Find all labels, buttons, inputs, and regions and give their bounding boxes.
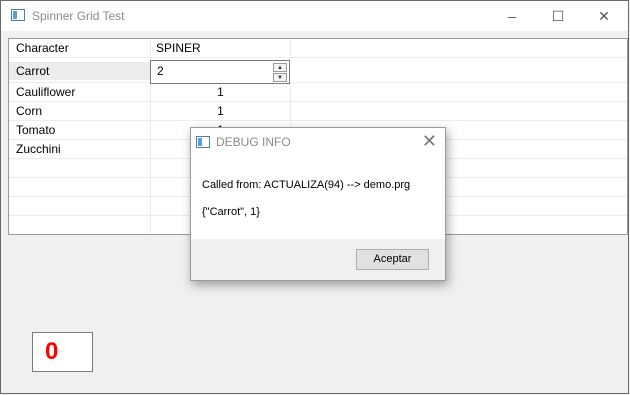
dialog-app-icon	[196, 136, 210, 148]
row-name-cell[interactable]: Corn	[9, 102, 151, 120]
row-value-cell[interactable]: 1	[151, 102, 291, 120]
close-button[interactable]: ✕	[581, 1, 627, 31]
quantity-spinner[interactable]: 2 ▲ ▼	[150, 60, 290, 84]
row-value-cell[interactable]: 1	[151, 83, 291, 101]
spinner-value[interactable]: 2	[157, 64, 164, 78]
debug-dialog: DEBUG INFO ✕ Called from: ACTUALIZA(94) …	[190, 127, 446, 281]
table-row[interactable]: Cauliflower 1	[9, 83, 627, 102]
row-name-cell[interactable]: Tomato	[9, 121, 151, 139]
minimize-button[interactable]: –	[489, 1, 535, 31]
counter-box: 0	[32, 332, 93, 372]
counter-value: 0	[45, 338, 59, 365]
column-header-character[interactable]: Character	[9, 39, 151, 57]
table-row[interactable]: Carrot	[9, 60, 627, 83]
row-name-cell[interactable]: Cauliflower	[9, 83, 151, 101]
grid-header-row: Character SPINER	[9, 39, 627, 58]
dialog-footer: Aceptar	[191, 239, 445, 280]
window-title: Spinner Grid Test	[32, 9, 125, 23]
dialog-title: DEBUG INFO	[216, 135, 291, 149]
accept-button[interactable]: Aceptar	[356, 249, 429, 270]
debug-value-info: {"Carrot", 1}	[202, 206, 260, 218]
row-name-cell[interactable]: Carrot	[9, 62, 151, 80]
title-bar: Spinner Grid Test – ☐ ✕	[1, 1, 628, 31]
debug-call-info: Called from: ACTUALIZA(94) --> demo.prg	[202, 179, 411, 191]
table-row[interactable]: Corn 1	[9, 102, 627, 121]
maximize-button[interactable]: ☐	[535, 1, 581, 31]
column-header-spiner[interactable]: SPINER	[151, 39, 291, 57]
spinner-up-icon[interactable]: ▲	[273, 63, 287, 72]
app-icon	[11, 9, 25, 21]
spinner-down-icon[interactable]: ▼	[273, 73, 287, 82]
row-name-cell[interactable]: Zucchini	[9, 140, 151, 158]
dialog-close-icon[interactable]: ✕	[422, 131, 437, 152]
